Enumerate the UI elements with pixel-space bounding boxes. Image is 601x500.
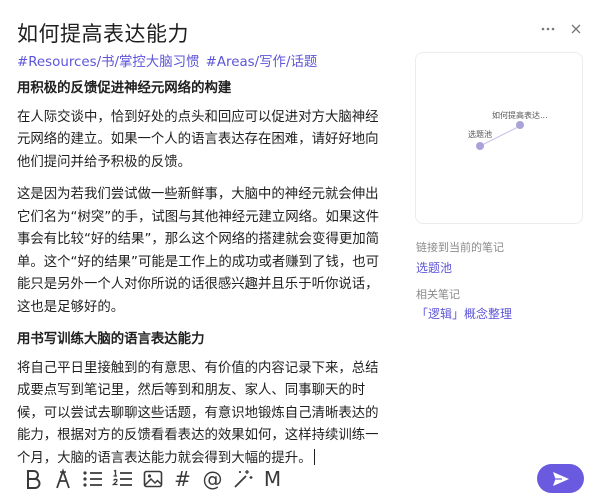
related-notes-label: 相关笔记 — [416, 288, 460, 301]
tag-link[interactable]: #Areas/写作/话题 — [206, 55, 318, 70]
bullet-list-icon[interactable] — [80, 466, 105, 491]
bold-icon[interactable] — [20, 466, 45, 491]
send-icon — [552, 471, 569, 486]
image-icon[interactable] — [140, 466, 165, 491]
graph-node-label: 如何提高表达... — [492, 110, 548, 120]
hashtag-glyph: # — [174, 466, 191, 491]
section-heading: 用积极的反馈促进神经元网络的构建 — [17, 81, 232, 96]
text-cursor — [313, 448, 315, 465]
paragraph: 这是因为若我们尝试做一些新鲜事，大脑中的神经元就会伸出它们名为“树突”的手，试图… — [17, 187, 380, 315]
section-heading: 用书写训练大脑的语言表达能力 — [17, 332, 205, 347]
note-body[interactable]: #Resources/书/掌控大脑习惯 #Areas/写作/话题 用积极的反馈促… — [17, 52, 389, 480]
graph-canvas: 如何提高表达... 选题池 — [468, 110, 548, 150]
magic-wand-icon[interactable] — [230, 466, 255, 491]
note-editor-window: 如何提高表达能力 #Resources/书/掌控大脑习惯 #Areas/写作/话… — [0, 0, 601, 500]
highlight-icon[interactable] — [50, 466, 75, 491]
numbered-list-icon[interactable] — [110, 466, 135, 491]
backlinks-label: 链接到当前的笔记 — [416, 241, 504, 254]
backlink-item[interactable]: 选题池 — [416, 259, 452, 276]
related-note-item[interactable]: 「逻辑」概念整理 — [416, 305, 512, 322]
note-graph[interactable]: 如何提高表达... 选题池 — [415, 52, 583, 224]
paragraph: 将自己平日里接触到的有意思、有价值的内容记录下来，总结成要点写到笔记里，然后等到… — [17, 358, 389, 471]
window-controls — [541, 22, 583, 36]
hashtag-icon[interactable]: # — [170, 466, 195, 491]
note-title[interactable]: 如何提高表达能力 — [17, 18, 189, 48]
format-toolbar: # @ M — [20, 466, 285, 491]
mention-glyph: @ — [202, 466, 223, 491]
paragraph: 在人际交谈中，恰到好处的点头和回应可以促进对方大脑神经元网络的建立。如果一个人的… — [17, 109, 379, 170]
send-button[interactable] — [537, 464, 584, 493]
tag-link[interactable]: #Resources/书/掌控大脑习惯 — [17, 55, 199, 70]
close-icon[interactable] — [569, 22, 583, 36]
paragraph-text: 将自己平日里接触到的有意思、有价值的内容记录下来，总结成要点写到笔记里，然后等到… — [17, 360, 379, 466]
graph-node-linked[interactable] — [476, 142, 484, 150]
mention-icon[interactable]: @ — [200, 466, 225, 491]
more-icon[interactable] — [541, 22, 555, 36]
graph-node-current[interactable] — [516, 121, 524, 129]
tag-row: #Resources/书/掌控大脑习惯 #Areas/写作/话题 — [17, 52, 389, 74]
graph-node-label: 选题池 — [468, 129, 492, 139]
markdown-icon[interactable]: M — [260, 466, 285, 491]
markdown-glyph: M — [263, 466, 282, 491]
